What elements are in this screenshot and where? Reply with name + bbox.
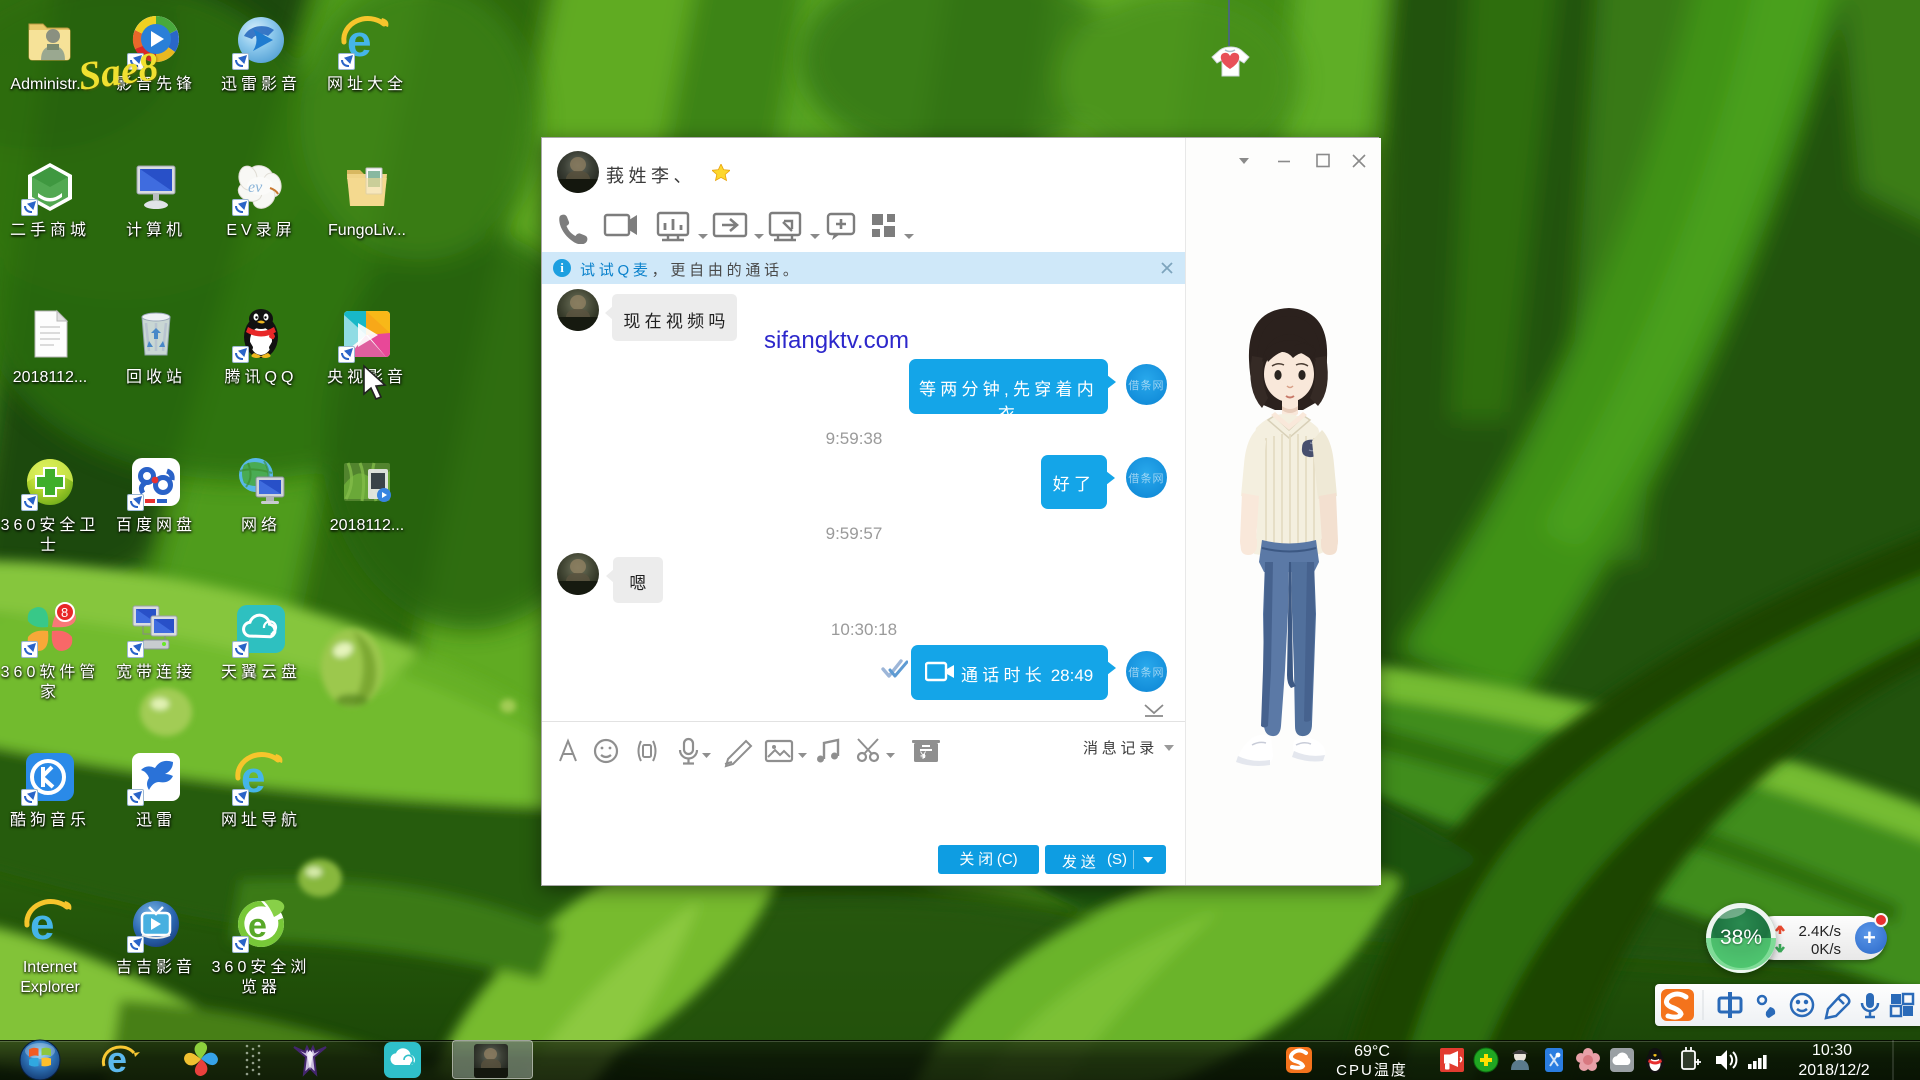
svg-text:¥: ¥ — [919, 750, 927, 762]
svg-text:e: e — [248, 907, 267, 945]
svg-text:CPU温度: CPU温度 — [1336, 1062, 1408, 1079]
svg-text:ev: ev — [248, 179, 263, 196]
svg-text:10:30: 10:30 — [1812, 1042, 1852, 1059]
svg-text:0K/s: 0K/s — [1811, 941, 1841, 958]
svg-text:69°C: 69°C — [1354, 1043, 1390, 1060]
svg-text:2.4K/s: 2.4K/s — [1798, 923, 1841, 940]
svg-text:2018/12/2: 2018/12/2 — [1798, 1062, 1869, 1079]
svg-text:e: e — [107, 1039, 127, 1080]
svg-text:8: 8 — [61, 605, 68, 620]
